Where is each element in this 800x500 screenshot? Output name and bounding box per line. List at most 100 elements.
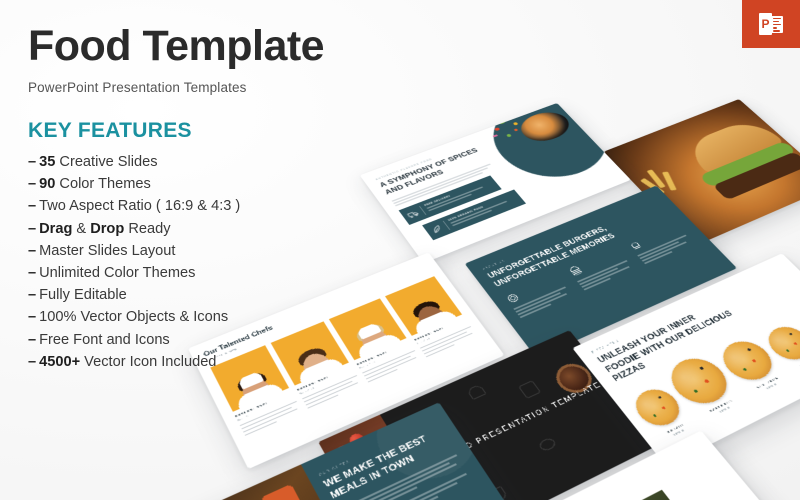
feature-dash: – [28, 243, 36, 259]
feature-text: Unlimited Color Themes [39, 265, 195, 281]
slide-meals-content: OUR CHEFS WE MAKE THE BEST MEALS IN TOWN [318, 421, 474, 500]
feature-text: Free Font and Icons [39, 332, 170, 348]
pizza-item: BUFFALO $ 120.00 [627, 383, 697, 443]
chef-name: SOMEONE NAME [356, 341, 410, 366]
patty-graphic [713, 152, 800, 201]
left-panel: Food Template PowerPoint Presentation Te… [28, 24, 358, 373]
chef-role: Pastry Chef [359, 345, 413, 370]
slide-burgers-eyebrow: ABOUT US [482, 197, 657, 271]
chef-bio [240, 401, 303, 437]
cup-icon [488, 486, 508, 500]
feature-item: – Master Slides Layout [28, 240, 358, 262]
feature-highlight: 90 [39, 176, 55, 192]
pizza-price: $ 120.00 [795, 357, 800, 376]
slide-pizza-items: BUFFALO $ 120.00 MARGHERITA $ 120.00 VEGETAR… [606, 290, 800, 448]
slide-spices-feature-1: 100% ORGANIC FOOD [422, 189, 526, 240]
slide-burgers: ABOUT US UNFORGETTABLE BURGERS, UNFORGET… [465, 186, 737, 359]
slide-news-header: LATEST NEWS News & articles [447, 431, 719, 500]
pizza-name: SUPREME [791, 353, 800, 371]
feature-item: – Unlimited Color Themes [28, 262, 358, 284]
feature-text: Master Slides Layout [39, 243, 175, 259]
veg-graphic [492, 134, 498, 137]
slide-meals: OUR CHEFS WE MAKE THE BEST MEALS IN TOWN [163, 402, 526, 500]
chef-card: SOMEONE NAME Line Chef [385, 276, 479, 359]
meal-spread-photo [163, 464, 379, 500]
chef-bio [420, 326, 478, 358]
slide-news-title: LATEST NEWS [466, 440, 715, 500]
feature-item: –4500+ Vector Icon Included [28, 351, 358, 373]
pizza-graphic [661, 351, 738, 411]
pizza-name: VEGETARIAN [747, 372, 787, 393]
pizza-name: BUFFALO [656, 418, 693, 438]
feature-highlight: 4500+ [39, 354, 80, 370]
slide-spices-feature-0: FREE DELIVERY [399, 175, 502, 225]
feature-dash: – [28, 332, 36, 348]
slide-burgers-column [627, 222, 699, 266]
slide-news-subtitle: News & articles [472, 449, 719, 500]
chef-bio [302, 375, 363, 409]
slide-pizza-title: UNLEASH YOUR INNER FOODIE WITH OUR DELIC… [596, 300, 746, 385]
feature-dash: – [28, 354, 36, 370]
slide-burgers-column [567, 247, 640, 292]
slide-meals-body [338, 454, 473, 500]
feature-item: – Two Aspect Ratio ( 16:9 & 4:3 ) [28, 195, 358, 217]
powerpoint-page [771, 16, 783, 33]
lettuce-graphic [699, 141, 797, 188]
spice-bowl-graphic [550, 359, 599, 398]
page-subtitle: PowerPoint Presentation Templates [28, 80, 358, 95]
news-card: THE MOST DELICIOUS MEALS FOR YOUR DINNER… [607, 490, 727, 500]
teal-circle-decoration [473, 103, 629, 191]
slide-food-presentation-template: FOOD PRESENTATION TEMPLATE [318, 330, 660, 500]
pizza-name: MARGHERITA [697, 393, 743, 418]
slide-spices-feature-1-heading: 100% ORGANIC FOOD [448, 194, 515, 222]
powerpoint-icon: P [758, 12, 784, 36]
feature-item: – Fully Editable [28, 284, 358, 306]
pizza-graphic [760, 321, 800, 365]
feature-dash: – [28, 198, 36, 214]
page-title: Food Template [28, 24, 358, 69]
feature-highlight: Drop [90, 221, 124, 237]
chef-role: Line Chef [416, 321, 468, 345]
feature-dash: – [28, 287, 36, 303]
steak-photo-graphic [318, 415, 459, 500]
slide-pizza: PIZZA MENU UNLEASH YOUR INNER FOODIE WIT… [572, 253, 800, 466]
slide-spices-body [391, 163, 494, 206]
news-photo [607, 490, 702, 500]
pizza-price: $ 120.00 [660, 423, 697, 443]
chef-hair-graphic [235, 370, 269, 395]
pizza-item: MARGHERITA $ 120.00 [661, 351, 748, 422]
feature-item: – Free Font and Icons [28, 329, 358, 351]
chef-body-graphic [355, 332, 400, 358]
chef-body-graphic [412, 308, 456, 333]
veg-graphic [506, 134, 512, 138]
chef-body-graphic [235, 381, 283, 409]
chef-hair-graphic [410, 298, 443, 320]
veg-graphic [514, 128, 519, 131]
burger-photo-slide [604, 99, 800, 246]
slide-black-title: FOOD PRESENTATION TEMPLATE [443, 380, 603, 460]
organic-icon [429, 223, 445, 235]
feature-text: 100% Vector Objects & Icons [39, 309, 228, 325]
fries-graphic [638, 162, 701, 207]
pizza-price: $ 120.00 [701, 397, 747, 422]
slide-pizza-header: PIZZA MENU UNLEASH YOUR INNER FOODIE WIT… [572, 286, 745, 390]
delivery-icon [405, 208, 421, 220]
feature-item: – Drag & Drop Ready [28, 218, 358, 240]
slide-burgers-columns [504, 222, 699, 320]
feature-text: Vector Icon Included [80, 354, 216, 370]
pan-food-graphic [513, 107, 577, 146]
burger-icon [567, 265, 586, 279]
feature-item: –90 Color Themes [28, 173, 358, 195]
chef-head-graphic [357, 326, 394, 357]
veg-graphic [513, 122, 519, 126]
chef-bio [362, 350, 421, 383]
chef-hat-graphic [238, 371, 264, 390]
pizza-graphic [627, 383, 687, 431]
key-features-heading: KEY FEATURES [28, 119, 358, 143]
slide-spices: Authentic flavors food A SYMPHONY OF SPI… [360, 103, 631, 263]
slide-meals-eyebrow: OUR CHEFS [318, 421, 436, 477]
slide-burgers-title: UNFORGETTABLE BURGERS, UNFORGETTABLE MEM… [486, 212, 647, 289]
powerpoint-badge: P [742, 0, 800, 48]
feature-text: Two Aspect Ratio ( 16:9 & 4:3 ) [39, 198, 240, 214]
chef-name: SOMEONE NAME [414, 317, 466, 341]
